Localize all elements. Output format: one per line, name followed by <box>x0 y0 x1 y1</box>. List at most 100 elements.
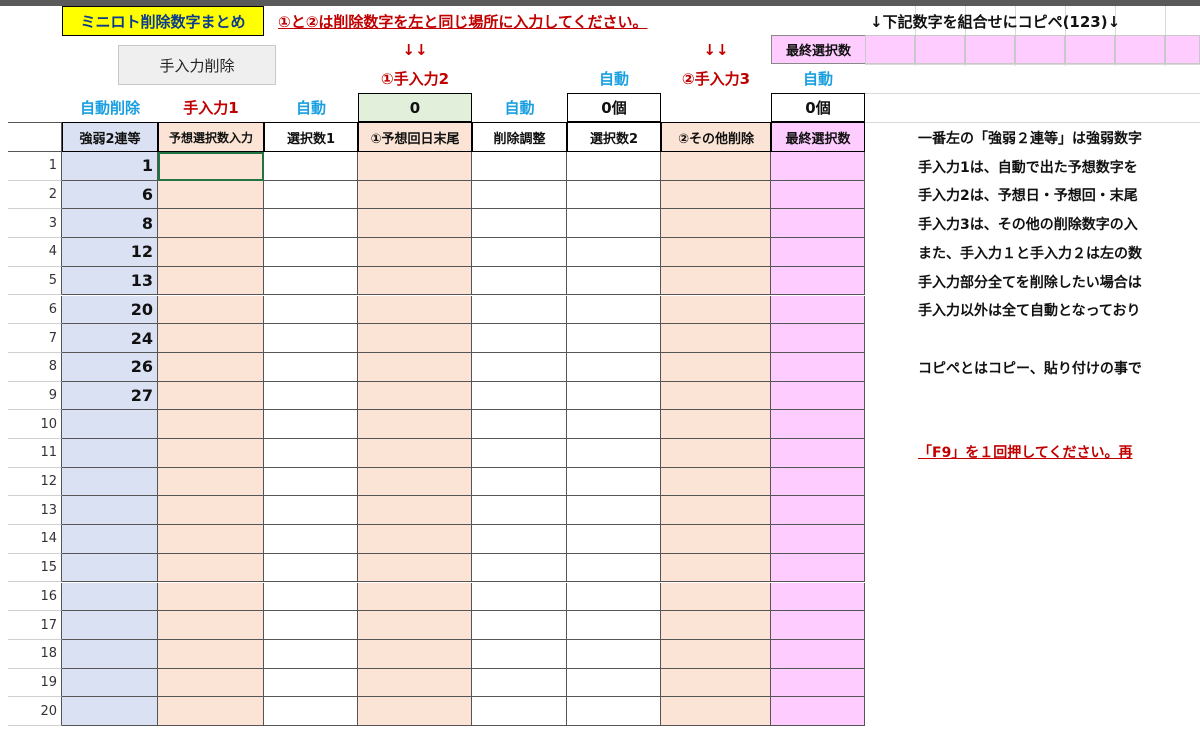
strong-weak-cell[interactable]: 24 <box>62 324 158 353</box>
table-cell[interactable] <box>661 352 771 382</box>
table-cell[interactable] <box>661 266 771 296</box>
table-cell[interactable] <box>661 324 771 353</box>
table-cell[interactable] <box>567 553 661 583</box>
table-cell[interactable] <box>264 439 358 468</box>
row-number[interactable]: 13 <box>8 496 62 526</box>
table-cell[interactable] <box>358 324 472 353</box>
table-cell[interactable] <box>567 639 661 669</box>
table-cell[interactable] <box>472 553 567 583</box>
table-cell[interactable] <box>264 324 358 353</box>
table-cell[interactable] <box>771 496 865 526</box>
table-cell[interactable] <box>358 697 472 726</box>
table-cell[interactable] <box>771 439 865 468</box>
table-cell[interactable] <box>567 324 661 353</box>
strong-weak-cell[interactable]: 13 <box>62 266 158 296</box>
table-cell[interactable] <box>661 611 771 640</box>
table-cell[interactable] <box>358 180 472 210</box>
table-cell[interactable] <box>264 381 358 411</box>
table-cell[interactable] <box>567 266 661 296</box>
table-cell[interactable] <box>472 611 567 640</box>
table-cell[interactable] <box>158 266 264 296</box>
strong-weak-cell[interactable] <box>62 410 158 439</box>
table-cell[interactable] <box>567 152 661 181</box>
table-cell[interactable] <box>358 295 472 325</box>
table-cell[interactable] <box>264 238 358 267</box>
table-cell[interactable] <box>567 467 661 497</box>
table-cell[interactable] <box>472 238 567 267</box>
table-cell[interactable] <box>264 525 358 554</box>
table-cell[interactable] <box>264 180 358 210</box>
table-cell[interactable] <box>661 439 771 468</box>
strong-weak-cell[interactable] <box>62 611 158 640</box>
table-cell[interactable] <box>264 467 358 497</box>
table-cell[interactable] <box>567 180 661 210</box>
row-number[interactable]: 3 <box>8 209 62 239</box>
table-cell[interactable] <box>472 525 567 554</box>
table-cell[interactable] <box>661 582 771 612</box>
strong-weak-cell[interactable]: 1 <box>62 152 158 181</box>
table-cell[interactable] <box>771 553 865 583</box>
table-cell[interactable] <box>358 582 472 612</box>
table-cell[interactable] <box>661 668 771 698</box>
row-number[interactable]: 5 <box>8 266 62 296</box>
table-cell[interactable] <box>472 381 567 411</box>
table-cell[interactable] <box>158 410 264 439</box>
row-number[interactable]: 10 <box>8 410 62 439</box>
table-cell[interactable] <box>472 639 567 669</box>
clear-input-button[interactable]: 手入力削除 <box>118 45 276 85</box>
table-cell[interactable] <box>661 209 771 239</box>
table-cell[interactable] <box>771 697 865 726</box>
table-cell[interactable] <box>472 324 567 353</box>
table-cell[interactable] <box>358 553 472 583</box>
strong-weak-cell[interactable] <box>62 496 158 526</box>
table-cell[interactable] <box>661 152 771 181</box>
final-select-cell[interactable] <box>865 35 915 64</box>
table-cell[interactable] <box>472 668 567 698</box>
row-number[interactable]: 16 <box>8 582 62 612</box>
table-cell[interactable] <box>567 582 661 612</box>
strong-weak-cell[interactable] <box>62 668 158 698</box>
table-cell[interactable] <box>158 525 264 554</box>
strong-weak-cell[interactable]: 27 <box>62 381 158 411</box>
row-number[interactable]: 14 <box>8 525 62 554</box>
table-cell[interactable] <box>158 324 264 353</box>
table-cell[interactable] <box>358 467 472 497</box>
table-cell[interactable] <box>472 697 567 726</box>
table-cell[interactable] <box>158 209 264 239</box>
table-cell[interactable] <box>567 439 661 468</box>
final-select-cell[interactable] <box>965 35 1015 64</box>
table-cell[interactable] <box>567 496 661 526</box>
row-number[interactable]: 2 <box>8 180 62 210</box>
table-cell[interactable] <box>661 467 771 497</box>
table-cell[interactable] <box>358 668 472 698</box>
strong-weak-cell[interactable] <box>62 639 158 669</box>
table-cell[interactable] <box>771 238 865 267</box>
table-cell[interactable] <box>264 697 358 726</box>
table-cell[interactable] <box>358 410 472 439</box>
table-cell[interactable] <box>472 152 567 181</box>
row-number[interactable]: 4 <box>8 238 62 267</box>
table-cell[interactable] <box>567 352 661 382</box>
table-cell[interactable] <box>158 611 264 640</box>
table-cell[interactable] <box>358 611 472 640</box>
table-cell[interactable] <box>567 209 661 239</box>
table-cell[interactable] <box>661 525 771 554</box>
row-number[interactable]: 11 <box>8 439 62 468</box>
row-number[interactable]: 18 <box>8 639 62 669</box>
table-cell[interactable] <box>158 439 264 468</box>
row-number[interactable]: 6 <box>8 295 62 325</box>
final-select-cell[interactable] <box>1115 35 1165 64</box>
strong-weak-cell[interactable] <box>62 553 158 583</box>
table-cell[interactable] <box>661 697 771 726</box>
table-cell[interactable] <box>771 324 865 353</box>
row-number[interactable]: 12 <box>8 467 62 497</box>
strong-weak-cell[interactable] <box>62 697 158 726</box>
table-cell[interactable] <box>358 152 472 181</box>
table-cell[interactable] <box>771 381 865 411</box>
table-cell[interactable] <box>472 496 567 526</box>
strong-weak-cell[interactable]: 12 <box>62 238 158 267</box>
table-cell[interactable] <box>771 209 865 239</box>
row-number[interactable]: 9 <box>8 381 62 411</box>
row-number[interactable]: 20 <box>8 697 62 726</box>
table-cell[interactable] <box>472 266 567 296</box>
